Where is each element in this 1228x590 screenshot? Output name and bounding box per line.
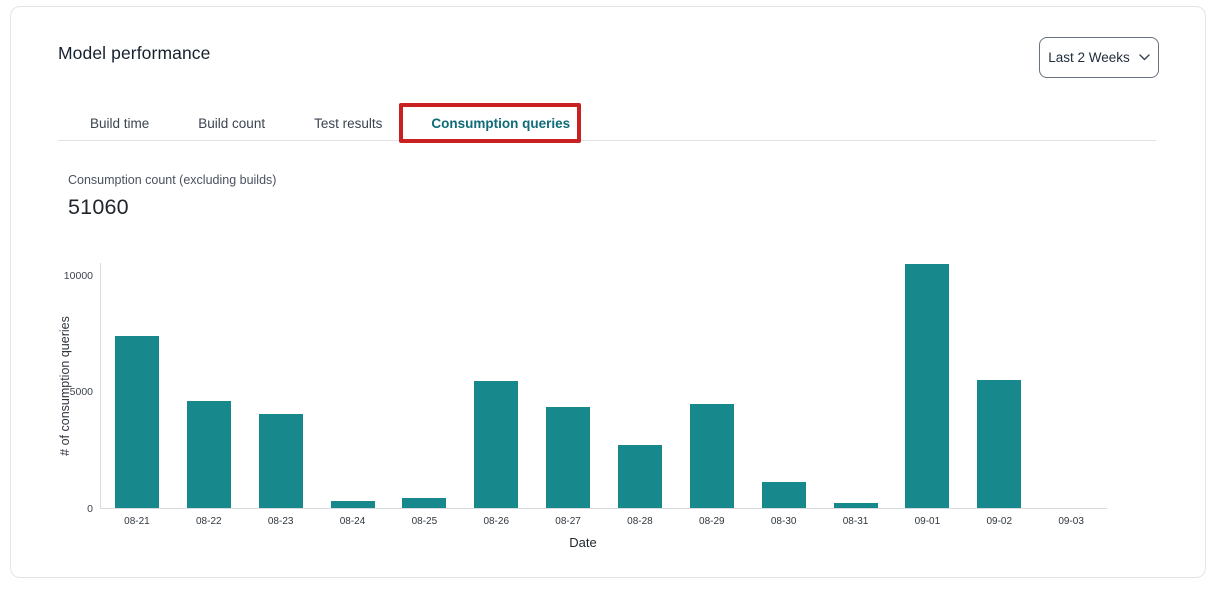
chart-slot [317,263,389,508]
x-tick-label: 08-23 [245,516,317,527]
chart-slot [532,263,604,508]
x-tick-label: 09-03 [1035,516,1107,527]
tab-test-results[interactable]: Test results [314,114,382,133]
date-range-value: Last 2 Weeks [1048,50,1130,65]
x-tick-label: 08-25 [388,516,460,527]
page-title: Model performance [58,43,210,64]
tabs-divider [58,140,1156,141]
x-tick-label: 08-27 [532,516,604,527]
chart-bar [546,407,590,508]
chart-bar [905,264,949,508]
chart-bar [977,380,1021,508]
chart-slot [604,263,676,508]
chart-slot [1035,263,1107,508]
chart-slot [820,263,892,508]
tab-bar: Build time Build count Test results Consump… [90,114,570,133]
x-tick-labels: 08-2108-2208-2308-2408-2508-2608-2708-28… [101,516,1107,527]
chart-slot [748,263,820,508]
x-tick-label: 09-01 [891,516,963,527]
x-tick-label: 08-28 [604,516,676,527]
metric-value: 51060 [68,195,129,220]
chart-slot [460,263,532,508]
chevron-down-icon [1139,54,1150,61]
chart-slot [963,263,1035,508]
y-tick-label: 5000 [70,386,93,398]
chart-bar [115,336,159,509]
chart-slot [676,263,748,508]
chart-bar [402,498,446,508]
chart-slot [891,263,963,508]
x-tick-label: 08-30 [748,516,820,527]
chart-bar [762,482,806,508]
date-range-dropdown[interactable]: Last 2 Weeks [1039,37,1159,78]
tab-build-time[interactable]: Build time [90,114,149,133]
x-tick-label: 08-21 [101,516,173,527]
x-tick-label: 08-26 [460,516,532,527]
chart-bar [187,401,231,508]
chart-bar [690,404,734,508]
metric-label: Consumption count (excluding builds) [68,173,276,187]
x-axis-title: Date [569,535,596,550]
x-tick-label: 09-02 [963,516,1035,527]
y-tick-label: 10000 [64,270,93,282]
tab-build-count[interactable]: Build count [198,114,265,133]
x-tick-label: 08-22 [173,516,245,527]
chart-bar [331,501,375,509]
chart-plot-area [101,263,1107,508]
chart-bar [834,503,878,508]
tab-consumption-queries[interactable]: Consumption queries [431,114,570,133]
chart-slot [173,263,245,508]
y-tick-label: 0 [87,503,93,515]
chart-slot [388,263,460,508]
x-tick-label: 08-31 [820,516,892,527]
chart-bar [618,445,662,508]
page: Model performance Last 2 Weeks Build tim… [0,0,1228,590]
chart-bar [474,381,518,509]
x-tick-label: 08-29 [676,516,748,527]
chart-slot [101,263,173,508]
chart-slot [245,263,317,508]
x-tick-label: 08-24 [317,516,389,527]
model-performance-card: Model performance Last 2 Weeks Build tim… [10,6,1206,578]
chart-bar [259,414,303,508]
bar-chart: 08-2108-2208-2308-2408-2508-2608-2708-28… [100,263,1107,509]
